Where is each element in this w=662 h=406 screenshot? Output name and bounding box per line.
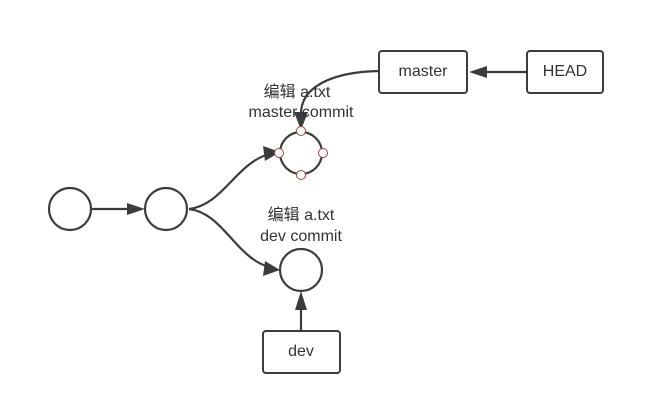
selection-handle-right[interactable] (318, 148, 328, 158)
dev-commit-label-line1: 编辑 a.txt (268, 206, 335, 224)
edge-dev-to-commit-arrowhead (295, 291, 307, 310)
selection-handle-top[interactable] (296, 126, 306, 136)
edge-c2-to-master-commit (188, 153, 267, 211)
master-commit-label-line1: 编辑 a.txt (264, 83, 331, 101)
head-ref-label: HEAD (543, 63, 587, 80)
commit-node-c1[interactable] (47, 186, 93, 232)
master-ref-label: master (399, 63, 449, 80)
selection-handle-left[interactable] (274, 148, 284, 158)
edge-c2-to-dev-commit-arrowhead (263, 261, 280, 276)
dev-ref-label: dev (288, 343, 314, 360)
master-commit-label-line2: master commit (249, 104, 354, 121)
commit-node-dev-commit[interactable] (278, 247, 324, 293)
commit-node-master-commit[interactable] (278, 130, 324, 176)
edge-head-to-master-arrowhead (469, 66, 487, 78)
commit-node-c2[interactable] (143, 186, 189, 232)
dev-commit-label-line2: dev commit (260, 228, 342, 245)
selection-handle-bottom[interactable] (296, 170, 306, 180)
edge-c1-to-c2-arrowhead (127, 203, 145, 215)
git-branch-diagram: 编辑 a.txt master commit 编辑 a.txt dev comm… (47, 50, 604, 374)
edge-c2-to-dev-commit (188, 207, 267, 268)
